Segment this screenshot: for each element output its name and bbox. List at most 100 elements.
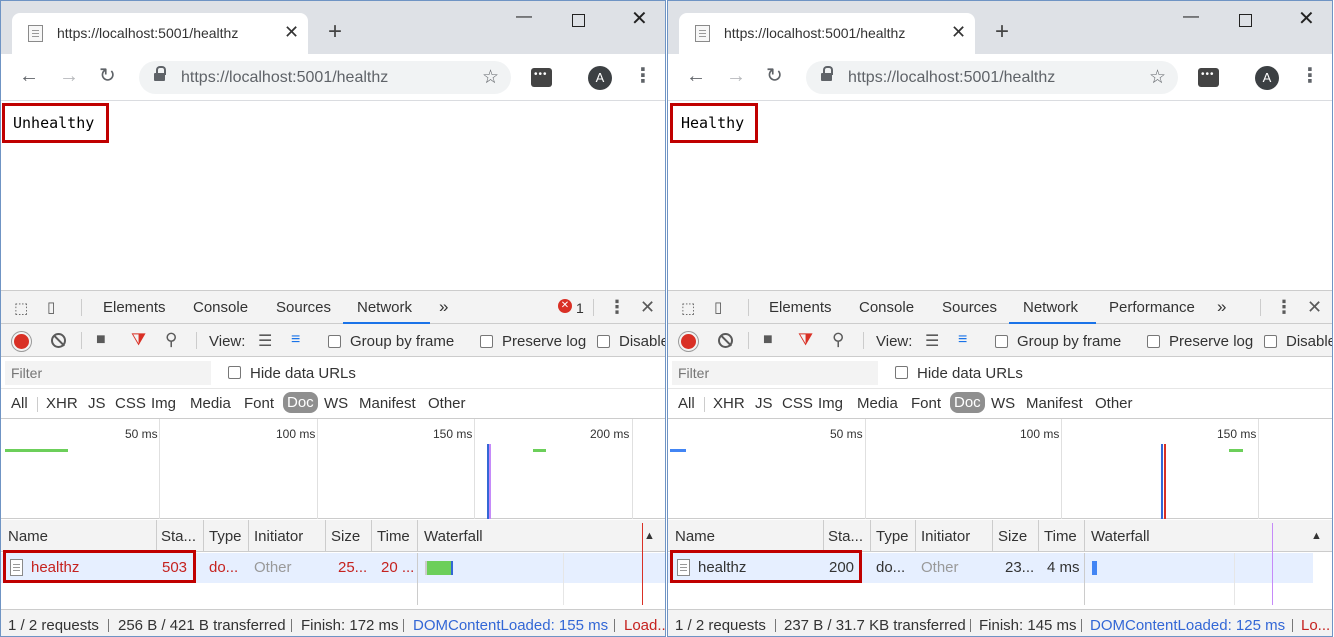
type-other[interactable]: Other — [1095, 395, 1133, 412]
type-img[interactable]: Img — [818, 395, 843, 412]
group-by-frame-checkbox[interactable] — [328, 335, 341, 348]
forward-arrow-icon[interactable]: → — [726, 65, 746, 87]
reload-icon[interactable]: ↻ — [766, 65, 783, 87]
tab-network[interactable]: Network — [1023, 299, 1078, 316]
type-doc[interactable]: Doc — [283, 392, 318, 413]
tab-elements[interactable]: Elements — [769, 299, 832, 316]
browser-tab[interactable]: https://localhost:5001/healthz ✕ — [679, 13, 975, 54]
minimize-button[interactable]: — — [516, 7, 532, 27]
screenshot-camera-icon[interactable]: ■ — [763, 331, 773, 349]
filter-funnel-icon[interactable]: ⧩ — [131, 330, 146, 350]
close-devtools-icon[interactable]: ✕ — [1307, 297, 1322, 318]
type-img[interactable]: Img — [151, 395, 176, 412]
type-css[interactable]: CSS — [782, 395, 813, 412]
clear-icon[interactable] — [718, 333, 733, 348]
type-xhr[interactable]: XHR — [46, 395, 78, 412]
column-type[interactable]: Type — [876, 528, 909, 545]
waterfall-view-icon[interactable]: ≡ — [958, 331, 967, 349]
disable-cache-checkbox[interactable] — [597, 335, 610, 348]
tab-elements[interactable]: Elements — [103, 299, 166, 316]
error-count[interactable]: 1 — [576, 300, 584, 316]
hide-data-urls-label[interactable]: Hide data URLs — [250, 365, 356, 382]
column-size[interactable]: Size — [331, 528, 360, 545]
type-js[interactable]: JS — [88, 395, 106, 412]
back-arrow-icon[interactable]: ← — [686, 65, 706, 87]
type-font[interactable]: Font — [244, 395, 274, 412]
close-tab-icon[interactable]: ✕ — [951, 22, 966, 42]
address-url[interactable]: https://localhost:5001/healthz — [181, 69, 388, 87]
forward-arrow-icon[interactable]: → — [59, 65, 79, 87]
sort-arrow-icon[interactable]: ▲ — [1311, 530, 1322, 542]
preserve-log-label[interactable]: Preserve log — [502, 333, 586, 350]
close-window-button[interactable]: ✕ — [631, 9, 648, 29]
tab-network[interactable]: Network — [357, 299, 412, 316]
waterfall-view-icon[interactable]: ≡ — [291, 331, 300, 349]
column-name[interactable]: Name — [675, 528, 715, 545]
lock-icon[interactable] — [154, 66, 166, 82]
inspect-element-icon[interactable]: ⬚ — [14, 299, 28, 317]
record-icon[interactable] — [681, 334, 696, 349]
browser-tab[interactable]: https://localhost:5001/healthz ✕ — [12, 13, 308, 54]
column-time[interactable]: Time — [1044, 528, 1077, 545]
type-js[interactable]: JS — [755, 395, 773, 412]
table-row[interactable]: healthz 503 do... Other 25... 20 ... — [1, 523, 665, 605]
devtools-menu-icon[interactable]: ⋮ — [608, 297, 626, 318]
reload-icon[interactable]: ↻ — [99, 65, 116, 87]
type-ws[interactable]: WS — [991, 395, 1015, 412]
address-url[interactable]: https://localhost:5001/healthz — [848, 69, 1055, 87]
list-view-icon[interactable]: ☰ — [258, 331, 272, 351]
more-tabs-icon[interactable]: » — [439, 297, 448, 317]
tab-console[interactable]: Console — [859, 299, 914, 316]
maximize-button[interactable] — [572, 14, 585, 27]
lock-icon[interactable] — [821, 66, 833, 82]
type-css[interactable]: CSS — [115, 395, 146, 412]
type-other[interactable]: Other — [428, 395, 466, 412]
column-waterfall[interactable]: Waterfall — [1091, 528, 1150, 545]
device-toolbar-icon[interactable]: ▯ — [47, 298, 55, 316]
group-by-frame-checkbox[interactable] — [995, 335, 1008, 348]
bookmark-star-icon[interactable]: ☆ — [1149, 66, 1166, 89]
disable-cache-checkbox[interactable] — [1264, 335, 1277, 348]
tab-sources[interactable]: Sources — [942, 299, 997, 316]
group-by-frame-label[interactable]: Group by frame — [350, 333, 454, 350]
new-tab-button[interactable]: + — [995, 19, 1009, 45]
filter-input[interactable] — [5, 361, 211, 385]
back-arrow-icon[interactable]: ← — [19, 65, 39, 87]
column-size[interactable]: Size — [998, 528, 1027, 545]
search-icon[interactable]: ⚲ — [832, 330, 844, 350]
column-time[interactable]: Time — [377, 528, 410, 545]
type-all[interactable]: All — [678, 395, 695, 412]
type-ws[interactable]: WS — [324, 395, 348, 412]
type-doc[interactable]: Doc — [950, 392, 985, 413]
browser-menu-icon[interactable]: ⋮ — [1300, 64, 1320, 88]
record-icon[interactable] — [14, 334, 29, 349]
bookmark-star-icon[interactable]: ☆ — [482, 66, 499, 89]
type-media[interactable]: Media — [190, 395, 231, 412]
new-tab-button[interactable]: + — [328, 19, 342, 45]
filter-funnel-icon[interactable]: ⧩ — [798, 330, 813, 350]
more-tabs-icon[interactable]: » — [1217, 297, 1226, 317]
type-media[interactable]: Media — [857, 395, 898, 412]
column-status[interactable]: Sta... — [828, 528, 863, 545]
type-font[interactable]: Font — [911, 395, 941, 412]
preserve-log-checkbox[interactable] — [1147, 335, 1160, 348]
column-status[interactable]: Sta... — [161, 528, 196, 545]
type-manifest[interactable]: Manifest — [1026, 395, 1083, 412]
column-type[interactable]: Type — [209, 528, 242, 545]
hide-data-urls-checkbox[interactable] — [895, 366, 908, 379]
filter-input[interactable] — [672, 361, 878, 385]
close-tab-icon[interactable]: ✕ — [284, 22, 299, 42]
disable-cache-label[interactable]: Disable — [1286, 333, 1332, 350]
preserve-log-label[interactable]: Preserve log — [1169, 333, 1253, 350]
tab-sources[interactable]: Sources — [276, 299, 331, 316]
extension-icon[interactable] — [531, 68, 552, 87]
tab-performance[interactable]: Performance — [1109, 299, 1195, 316]
devtools-menu-icon[interactable]: ⋮ — [1275, 297, 1293, 318]
screenshot-camera-icon[interactable]: ■ — [96, 331, 106, 349]
group-by-frame-label[interactable]: Group by frame — [1017, 333, 1121, 350]
type-all[interactable]: All — [11, 395, 28, 412]
column-name[interactable]: Name — [8, 528, 48, 545]
list-view-icon[interactable]: ☰ — [925, 331, 939, 351]
tab-console[interactable]: Console — [193, 299, 248, 316]
address-bar[interactable]: https://localhost:5001/healthz ☆ — [806, 61, 1178, 94]
